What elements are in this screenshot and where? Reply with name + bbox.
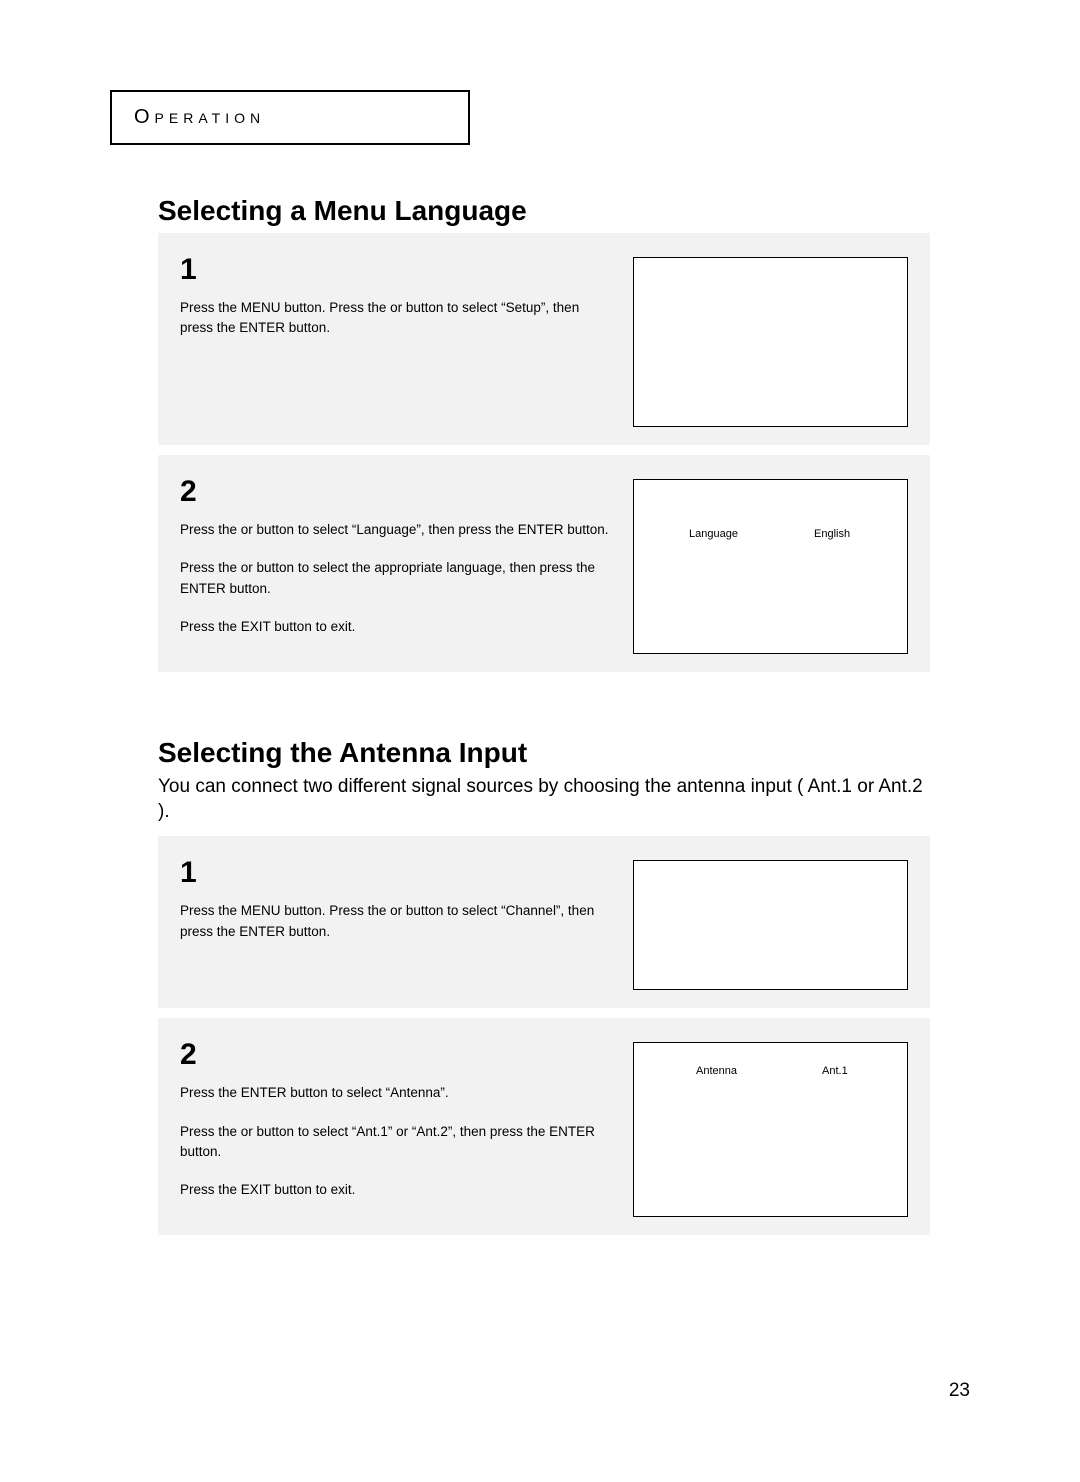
step-number: 1 bbox=[180, 850, 613, 895]
step-text: 2 Press the ENTER button to select “Ante… bbox=[180, 1032, 613, 1200]
page-number: 23 bbox=[949, 1380, 970, 1402]
step-block-2-1: 1 Press the MENU button. Press the or bu… bbox=[158, 836, 930, 1008]
chapter-title: Operation bbox=[112, 92, 468, 143]
step-number: 2 bbox=[180, 469, 613, 514]
instruction-text: Press the or button to select “Language”… bbox=[180, 520, 613, 540]
instruction-text: Press the MENU button. Press the or butt… bbox=[180, 901, 613, 942]
step-text: 2 Press the or button to select “Languag… bbox=[180, 469, 613, 637]
step-text: 1 Press the MENU button. Press the or bu… bbox=[180, 850, 613, 942]
screen-illustration: Language English bbox=[633, 479, 908, 654]
screen-illustration: Antenna Ant.1 bbox=[633, 1042, 908, 1217]
screen-label: Language bbox=[689, 528, 738, 540]
step-block-1-1: 1 Press the MENU button. Press the or bu… bbox=[158, 233, 930, 445]
instruction-text: Press the EXIT button to exit. bbox=[180, 617, 613, 637]
chapter-header-box: Operation bbox=[110, 90, 470, 145]
section-heading-antenna-input: Selecting the Antenna Input bbox=[158, 737, 970, 769]
instruction-text: Press the or button to select “Ant.1” or… bbox=[180, 1122, 613, 1163]
screen-illustration bbox=[633, 860, 908, 990]
step-block-1-2: 2 Press the or button to select “Languag… bbox=[158, 455, 930, 672]
section-heading-menu-language: Selecting a Menu Language bbox=[158, 195, 970, 227]
step-block-2-2: 2 Press the ENTER button to select “Ante… bbox=[158, 1018, 930, 1235]
instruction-text: Press the ENTER button to select “Antenn… bbox=[180, 1083, 613, 1103]
instruction-text: Press the or button to select the approp… bbox=[180, 558, 613, 599]
screen-value: English bbox=[814, 528, 850, 540]
screen-label: Antenna bbox=[696, 1065, 737, 1077]
step-number: 2 bbox=[180, 1032, 613, 1077]
instruction-text: Press the MENU button. Press the or butt… bbox=[180, 298, 613, 339]
screen-value: Ant.1 bbox=[822, 1065, 848, 1077]
section-intro: You can connect two different signal sou… bbox=[158, 775, 930, 824]
screen-illustration bbox=[633, 257, 908, 427]
step-text: 1 Press the MENU button. Press the or bu… bbox=[180, 247, 613, 339]
step-number: 1 bbox=[180, 247, 613, 292]
instruction-text: Press the EXIT button to exit. bbox=[180, 1180, 613, 1200]
